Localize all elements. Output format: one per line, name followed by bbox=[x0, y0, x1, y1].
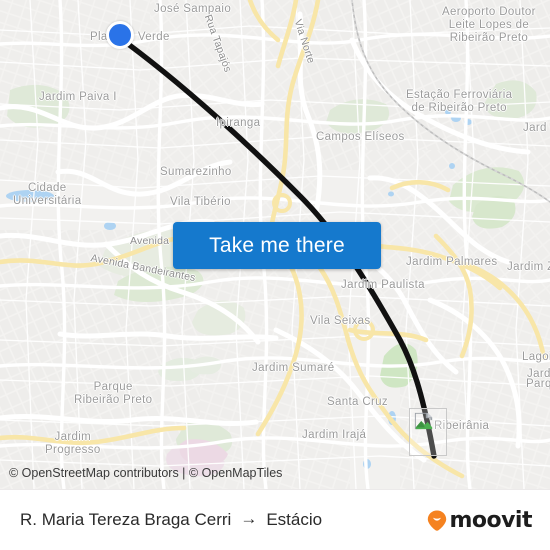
destination-broken-image[interactable] bbox=[409, 408, 447, 456]
arrow-right-icon: → bbox=[240, 509, 258, 528]
trip-origin-label: R. Maria Tereza Braga Cerri bbox=[20, 510, 232, 529]
trip-summary: R. Maria Tereza Braga Cerri → Estácio bbox=[20, 509, 323, 530]
moovit-wordmark: moovit bbox=[449, 507, 532, 533]
broken-image-icon bbox=[414, 412, 433, 430]
map-attribution[interactable]: © OpenStreetMap contributors | © OpenMap… bbox=[9, 466, 282, 480]
trip-destination-label: Estácio bbox=[266, 510, 323, 529]
moovit-pin-icon bbox=[428, 510, 447, 531]
origin-location-dot[interactable] bbox=[106, 21, 134, 49]
moovit-logo[interactable]: moovit bbox=[427, 508, 532, 533]
map-canvas[interactable]: José SampaioPlanalto VerdeJardim Paiva I… bbox=[0, 0, 550, 489]
moovit-trip-map-page: José SampaioPlanalto VerdeJardim Paiva I… bbox=[0, 0, 550, 550]
trip-footer-bar: R. Maria Tereza Braga Cerri → Estácio mo… bbox=[0, 489, 550, 550]
take-me-there-button[interactable]: Take me there bbox=[173, 222, 381, 269]
